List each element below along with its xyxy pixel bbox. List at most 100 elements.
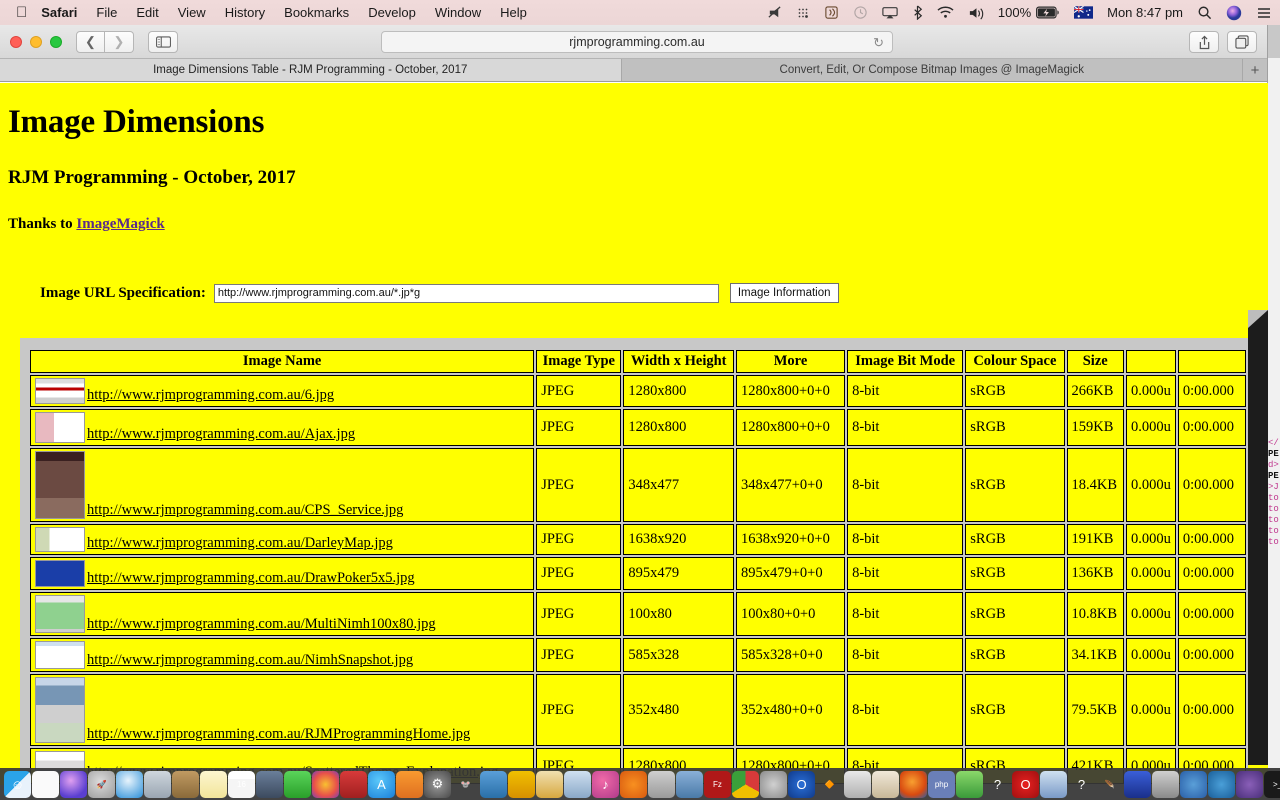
dock-icon-itunes[interactable]: ♪: [592, 770, 619, 798]
forward-button[interactable]: ❯: [105, 30, 134, 53]
volume-icon[interactable]: [968, 6, 984, 20]
dock-icon-siri[interactable]: [60, 770, 87, 798]
column-header-size[interactable]: Size: [1066, 350, 1124, 373]
dock-icon-app-store[interactable]: A: [368, 770, 395, 798]
dock-icon-photos[interactable]: [312, 770, 339, 798]
dock-icon-scrivener[interactable]: [872, 770, 899, 798]
spotlight-search-icon[interactable]: [1197, 5, 1212, 20]
bluetooth-icon[interactable]: [912, 5, 923, 20]
image-url-link[interactable]: http://www.rjmprogramming.com.au/CPS_Ser…: [87, 502, 403, 518]
dock-icon-wolfram[interactable]: [508, 770, 535, 798]
column-header-elapsed-time[interactable]: [1177, 350, 1246, 373]
dropbox-icon[interactable]: [796, 6, 810, 20]
dock-icon-vlc[interactable]: 🔶: [816, 771, 843, 798]
siri-icon[interactable]: [1226, 5, 1242, 21]
dock-icon-trash-blue[interactable]: [480, 770, 507, 798]
maximize-window-button[interactable]: [50, 35, 62, 48]
dock-icon-itunes-red[interactable]: [340, 770, 367, 798]
image-thumbnail[interactable]: [35, 641, 85, 669]
dock-icon-teamviewer[interactable]: [1208, 770, 1235, 798]
dock-icon-notes[interactable]: [200, 770, 227, 798]
menubar-clock[interactable]: Mon 8:47 pm: [1107, 5, 1183, 20]
dock-icon-apache[interactable]: 🪶: [1096, 771, 1123, 798]
image-thumbnail[interactable]: [35, 378, 85, 404]
image-url-link[interactable]: http://www.rjmprogramming.com.au/MultiNi…: [87, 616, 436, 632]
dock-icon-gimp[interactable]: 🐭: [452, 771, 479, 798]
dock-icon-opera-grey[interactable]: [760, 770, 787, 798]
airplay-icon[interactable]: [882, 6, 898, 20]
image-url-link[interactable]: http://www.rjmprogramming.com.au/NimhSna…: [87, 652, 413, 668]
do-not-disturb-icon[interactable]: [767, 5, 782, 20]
dock-icon-unknown-app-2[interactable]: ?: [1068, 771, 1095, 798]
imagemagick-link[interactable]: ImageMagick: [76, 216, 164, 232]
image-thumbnail[interactable]: [35, 412, 85, 443]
image-thumbnail[interactable]: [35, 560, 85, 587]
close-window-button[interactable]: [10, 35, 22, 48]
apple-logo-icon[interactable]: : [16, 5, 27, 20]
dock-icon-blender[interactable]: [1040, 770, 1067, 798]
image-thumbnail[interactable]: [35, 451, 85, 519]
dock-icon-system-preferences[interactable]: ⚙: [424, 770, 451, 798]
image-thumbnail[interactable]: [35, 677, 85, 743]
dock-icon-avast[interactable]: [620, 770, 647, 798]
image-url-link[interactable]: http://www.rjmprogramming.com.au/DarleyM…: [87, 535, 393, 551]
dock-icon-photo-booth[interactable]: [256, 770, 283, 798]
dock-icon-messages[interactable]: [284, 770, 311, 798]
menu-item-window[interactable]: Window: [435, 5, 481, 20]
dock-icon-unknown-app-1[interactable]: ?: [984, 771, 1011, 798]
dock-icon-firefox[interactable]: [900, 770, 927, 798]
dock-icon-filezilla[interactable]: Fz: [704, 770, 731, 798]
time-machine-icon[interactable]: [853, 5, 868, 20]
background-editor-window[interactable]: </PE d> PE >J to to to to to: [1268, 58, 1280, 768]
menu-item-edit[interactable]: Edit: [136, 5, 158, 20]
dock-icon-opera-red[interactable]: O: [1012, 770, 1039, 798]
dock-icon-preview[interactable]: [564, 770, 591, 798]
dock-icon-ibooks[interactable]: [396, 770, 423, 798]
results-pane[interactable]: Image Name Image Type Width x Height Mor…: [20, 338, 1248, 785]
back-button[interactable]: ❮: [76, 30, 105, 53]
image-thumbnail[interactable]: [35, 595, 85, 633]
battery-charging-icon[interactable]: [1036, 6, 1060, 19]
dock-icon-terminal[interactable]: >_: [1264, 770, 1280, 798]
dock-icon-php[interactable]: php: [928, 770, 955, 798]
dock-icon-finder[interactable]: ☺: [4, 770, 31, 798]
menu-item-file[interactable]: File: [96, 5, 117, 20]
show-sidebar-button[interactable]: [148, 30, 178, 53]
background-window-edge[interactable]: [1248, 310, 1268, 765]
dock-icon-airport-utility[interactable]: [676, 770, 703, 798]
dock-icon-notes-brown[interactable]: [172, 770, 199, 798]
column-header-width-height[interactable]: Width x Height: [623, 350, 734, 373]
airplay-audio-icon[interactable]: [824, 5, 839, 20]
dock-icon-screen-sharing[interactable]: [648, 770, 675, 798]
column-header-bit-mode[interactable]: Image Bit Mode: [847, 350, 964, 373]
flag-australia-icon[interactable]: [1074, 6, 1094, 19]
dock-icon-github[interactable]: [1236, 770, 1263, 798]
address-bar[interactable]: rjmprogramming.com.au ↻: [381, 31, 893, 53]
image-url-link[interactable]: http://www.rjmprogramming.com.au/6.jpg: [87, 387, 334, 403]
menu-item-develop[interactable]: Develop: [368, 5, 416, 20]
plus-icon[interactable]: +: [1243, 59, 1267, 81]
dock-icon-microsoft-office[interactable]: [536, 770, 563, 798]
dock-icon-virtualbox[interactable]: [844, 770, 871, 798]
dock-icon-visual-studio[interactable]: [1124, 770, 1151, 798]
dock-icon-chrome[interactable]: [732, 770, 759, 798]
menu-item-safari[interactable]: Safari: [41, 5, 77, 20]
column-header-colour-space[interactable]: Colour Space: [965, 350, 1065, 373]
minimize-window-button[interactable]: [30, 35, 42, 48]
menu-item-bookmarks[interactable]: Bookmarks: [284, 5, 349, 20]
menu-item-view[interactable]: View: [178, 5, 206, 20]
tab-imagemagick[interactable]: Convert, Edit, Or Compose Bitmap Images …: [621, 59, 1243, 81]
tab-image-dimensions[interactable]: Image Dimensions Table - RJM Programming…: [0, 59, 622, 81]
image-url-input[interactable]: [213, 283, 719, 303]
image-url-link[interactable]: http://www.rjmprogramming.com.au/Ajax.jp…: [87, 426, 355, 442]
image-information-button[interactable]: Image Information: [729, 283, 839, 303]
dock-icon-calendar[interactable]: 16: [228, 770, 255, 798]
dock-icon-android-studio[interactable]: [956, 770, 983, 798]
share-button[interactable]: [1189, 31, 1219, 53]
dock-icon-contacts[interactable]: [144, 770, 171, 798]
reload-icon[interactable]: ↻: [873, 36, 884, 49]
menu-item-help[interactable]: Help: [500, 5, 527, 20]
dock-icon-launchpad[interactable]: 🚀: [88, 770, 115, 798]
tab-overview-button[interactable]: [1227, 31, 1257, 53]
dock-icon-textedit-document[interactable]: [32, 770, 59, 798]
